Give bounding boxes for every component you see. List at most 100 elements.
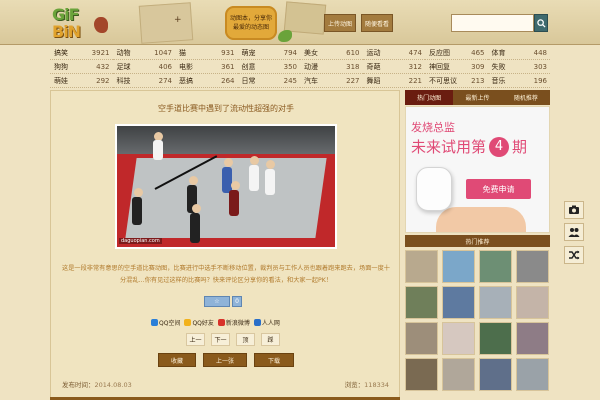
tag-item[interactable]: 创意 350 <box>237 61 300 74</box>
tag-count: 610 <box>346 49 360 57</box>
post-panel: 空手道比赛中遇到了流动性超强的对手 daguopian.com 这是一段非常有意… <box>50 90 400 400</box>
hot-section-title: 热门推荐 <box>405 235 550 247</box>
tab-random[interactable]: 随机推荐 <box>502 90 550 105</box>
tag-name: 舞蹈 <box>366 77 381 85</box>
hot-thumbnail[interactable] <box>479 286 512 319</box>
tag-count: 318 <box>346 63 360 71</box>
hot-thumbnail[interactable] <box>405 250 438 283</box>
advertisement[interactable]: 发烧总监 未来试用第 4 期 免费申请 <box>405 106 550 233</box>
share-link[interactable]: QQ空间 <box>151 318 180 327</box>
tag-item[interactable]: 猫 931 <box>175 47 238 60</box>
hot-thumbnail[interactable] <box>405 322 438 355</box>
tag-item[interactable]: 动漫 318 <box>300 61 363 74</box>
tab-latest[interactable]: 最新上传 <box>453 90 501 105</box>
tag-name: 体育 <box>491 49 506 57</box>
share-link[interactable]: 人人网 <box>253 318 280 327</box>
action-button[interactable]: 下载 <box>254 353 294 367</box>
hot-thumbnail[interactable] <box>442 250 475 283</box>
tag-item[interactable]: 萌宠 794 <box>237 47 300 60</box>
post-views: 浏览：118334 <box>345 379 389 389</box>
share-label: 人人网 <box>261 320 280 327</box>
gif-figure-head <box>250 156 259 165</box>
tag-name: 科技 <box>116 77 131 85</box>
hot-thumbnail[interactable] <box>442 322 475 355</box>
tag-name: 猫 <box>179 49 186 57</box>
hot-thumbnail[interactable] <box>442 358 475 391</box>
tag-count: 3921 <box>91 49 110 57</box>
tag-item[interactable]: 奇葩 312 <box>362 61 425 74</box>
tag-name: 足球 <box>116 63 131 71</box>
tag-count: 292 <box>96 77 110 85</box>
tag-item[interactable]: 足球 406 <box>112 61 175 74</box>
tag-item[interactable]: 动物 1047 <box>112 47 175 60</box>
upload-button[interactable]: 上传动图 <box>324 14 356 32</box>
tag-item[interactable]: 搞笑 3921 <box>50 47 113 60</box>
mini-button[interactable]: 上一 <box>186 333 205 346</box>
tag-item[interactable]: 科技 274 <box>112 75 175 88</box>
random-button[interactable]: 随便看看 <box>361 14 393 32</box>
site-logo[interactable]: GiF BiN <box>50 5 112 42</box>
action-button[interactable]: 收藏 <box>158 353 196 367</box>
tag-item[interactable]: 恶搞 264 <box>175 75 238 88</box>
shuffle-float-button[interactable] <box>564 246 584 264</box>
star-vote-button[interactable]: ☆ <box>204 296 230 307</box>
hot-thumbnail[interactable] <box>405 358 438 391</box>
gif-figure <box>153 140 163 160</box>
tag-item[interactable]: 不可思议 213 <box>425 75 488 88</box>
tag-item[interactable]: 狗狗 432 <box>50 61 113 74</box>
tag-count: 432 <box>96 63 110 71</box>
post-gif-image[interactable]: daguopian.com <box>115 124 337 249</box>
tag-item[interactable]: 失败 303 <box>487 61 550 74</box>
people-float-button[interactable] <box>564 223 584 241</box>
gif-watermark: daguopian.com <box>119 238 162 244</box>
hot-thumbnail[interactable] <box>516 286 549 319</box>
hot-thumbnail[interactable] <box>516 322 549 355</box>
share-link[interactable]: 新浪微博 <box>217 318 250 327</box>
tab-hot[interactable]: 热门动图 <box>405 90 454 105</box>
tag-name: 电影 <box>179 63 193 71</box>
vote-widget: ☆ 0 <box>204 296 242 307</box>
upload-float-button[interactable] <box>564 201 584 219</box>
tag-count: 474 <box>408 49 422 57</box>
tag-item[interactable]: 日常 245 <box>237 75 300 88</box>
gif-figure-head <box>224 158 233 167</box>
tag-name: 恶搞 <box>179 77 193 85</box>
vote-count: 0 <box>232 296 242 307</box>
search-input[interactable] <box>451 14 534 32</box>
hot-thumbnail[interactable] <box>405 286 438 319</box>
tag-item[interactable]: 反应图 465 <box>425 47 488 60</box>
tag-item[interactable]: 神回复 309 <box>425 61 488 74</box>
share-label: QQ空间 <box>159 320 181 327</box>
tag-item[interactable]: 音乐 196 <box>487 75 550 88</box>
mini-button[interactable]: 顶 <box>236 333 255 346</box>
action-button-row: 收藏 上一张 下载 <box>158 353 294 367</box>
action-button[interactable]: 上一张 <box>203 353 247 367</box>
hot-thumbnail[interactable] <box>479 322 512 355</box>
tag-item[interactable]: 美女 610 <box>300 47 363 60</box>
hot-thumbnail[interactable] <box>516 250 549 283</box>
hot-thumbnail[interactable] <box>479 358 512 391</box>
date-label: 发布时间： <box>62 381 95 389</box>
tag-name: 汽车 <box>304 77 318 85</box>
mini-button[interactable]: 下一 <box>211 333 230 346</box>
tag-item[interactable]: 舞蹈 221 <box>362 75 425 88</box>
share-link[interactable]: QQ好友 <box>184 318 214 327</box>
tag-count: 931 <box>221 49 235 57</box>
hot-thumbnail[interactable] <box>516 358 549 391</box>
tag-name: 神回复 <box>429 63 450 71</box>
hot-thumbnail[interactable] <box>442 286 475 319</box>
search-button[interactable] <box>534 14 548 32</box>
leaf-icon <box>278 30 292 42</box>
tag-item[interactable]: 汽车 227 <box>300 75 363 88</box>
tag-item[interactable]: 电影 361 <box>175 61 238 74</box>
hot-thumbnail[interactable] <box>479 250 512 283</box>
tag-name: 狗狗 <box>54 63 68 71</box>
share-label: QQ好友 <box>192 320 214 327</box>
mini-button[interactable]: 踩 <box>261 333 280 346</box>
tag-item[interactable]: 体育 448 <box>487 47 550 60</box>
tag-count: 196 <box>533 77 547 85</box>
tag-item[interactable]: 萌娃 292 <box>50 75 113 88</box>
ad-cta-button[interactable]: 免费申请 <box>466 179 531 199</box>
tag-count: 312 <box>408 63 422 71</box>
tag-item[interactable]: 运动 474 <box>362 47 425 60</box>
